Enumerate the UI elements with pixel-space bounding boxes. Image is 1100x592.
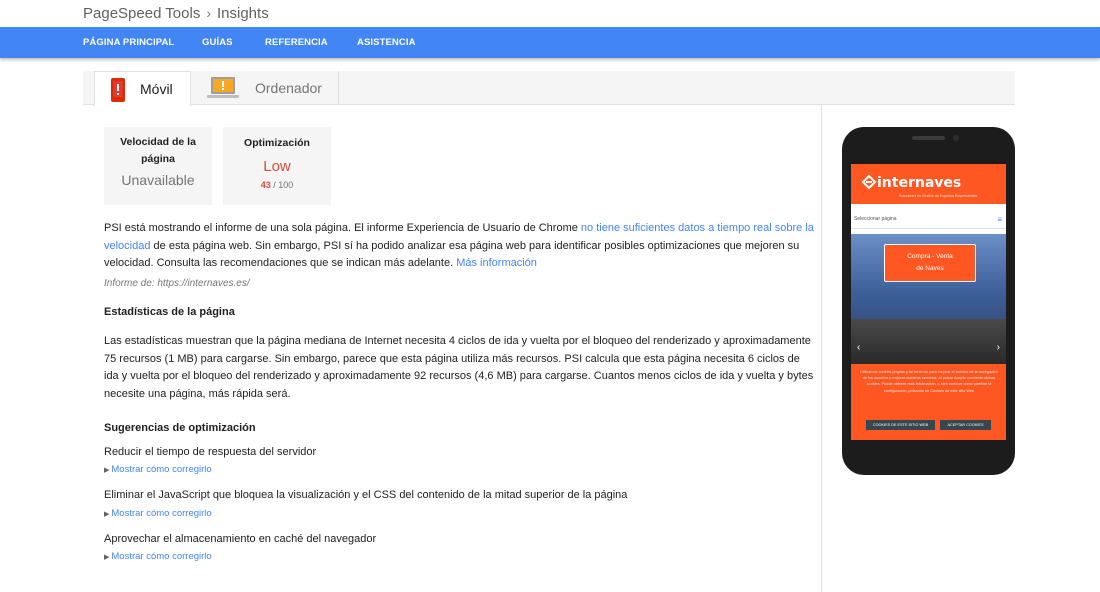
site-logo-text: internaves	[877, 175, 962, 191]
column-divider	[821, 105, 822, 592]
hero-cta: Compra - Venta de Naves	[884, 244, 976, 282]
site-hero: Compra - Venta de Naves ‹ ›	[851, 234, 1006, 364]
more-info-link[interactable]: Más información	[456, 257, 537, 269]
show-fix-link[interactable]: ▶ Mostrar cómo corregirlo	[104, 464, 212, 475]
suggestions-title: Sugerencias de optimización	[104, 422, 256, 434]
nav-reference[interactable]: REFERENCIA	[265, 27, 328, 58]
optimization-score-value: Low	[263, 158, 291, 175]
tab-desktop[interactable]: Ordenador	[191, 71, 339, 105]
suggestion-title: Reducir el tiempo de respuesta del servi…	[104, 446, 317, 458]
triangle-right-icon: ▶	[104, 467, 110, 474]
triangle-right-icon: ▶	[104, 554, 110, 561]
accept-cookies-button: ACEPTAR COOKIES	[940, 420, 991, 430]
report-url: Informe de: https://internaves.es/	[104, 278, 250, 289]
tab-mobile-label: Móvil	[140, 81, 173, 97]
suggestion-title: Eliminar el JavaScript que bloquea la vi…	[104, 489, 628, 501]
nav-guides[interactable]: GUÍAS	[202, 27, 233, 58]
speed-score-box: Velocidad de la página Unavailable	[104, 127, 212, 205]
nav-support[interactable]: ASISTENCIA	[357, 27, 416, 58]
triangle-right-icon: ▶	[104, 511, 110, 518]
tab-desktop-label: Ordenador	[255, 80, 322, 96]
show-fix-link[interactable]: ▶ Mostrar cómo corregirlo	[104, 508, 212, 519]
suggestion-title: Aprovechar el almacenamiento en caché de…	[104, 533, 377, 545]
breadcrumb: PageSpeed Tools › Insights	[83, 0, 269, 26]
cookie-banner: Utilizamos cookies propias y de terceros…	[851, 364, 1006, 440]
chevron-right-icon: ›	[996, 342, 1000, 353]
tab-mobile[interactable]: Móvil	[94, 71, 191, 106]
site-logo-icon	[861, 174, 877, 190]
optimization-score-box: Optimización Low 43 / 100	[223, 127, 331, 205]
site-menu-label: Seleccionar página	[854, 216, 897, 222]
stats-paragraph: Las estadísticas muestran que la página …	[104, 335, 814, 400]
nav-home[interactable]: PÁGINA PRINCIPAL	[83, 27, 174, 58]
cookies-info-button: COOKIES DE ESTE SITIO WEB	[866, 420, 935, 430]
phone-speaker	[912, 136, 945, 140]
hero-building-image	[851, 319, 1006, 364]
phone-camera	[953, 135, 959, 141]
intro-paragraph: PSI está mostrando el informe de una sol…	[104, 222, 814, 269]
chevron-right-icon: ›	[206, 5, 211, 21]
site-tagline: Soluciones en Gestión de Espacios Empres…	[899, 194, 978, 198]
optimization-score-number: 43 / 100	[260, 180, 294, 190]
mobile-screenshot: internaves Soluciones en Gestión de Espa…	[851, 164, 1006, 440]
breadcrumb-parent[interactable]: PageSpeed Tools	[83, 5, 200, 22]
optimization-score-label: Optimización	[244, 137, 310, 149]
site-header: internaves Soluciones en Gestión de Espa…	[851, 164, 1006, 204]
mobile-preview-phone: internaves Soluciones en Gestión de Espa…	[842, 127, 1015, 475]
speed-score-label: Velocidad de la página	[120, 136, 196, 165]
chevron-left-icon: ‹	[857, 342, 861, 353]
mobile-phone-warning-icon	[111, 78, 125, 102]
show-fix-link[interactable]: ▶ Mostrar cómo corregirlo	[104, 551, 212, 562]
stats-title: Estadísticas de la página	[104, 306, 235, 318]
breadcrumb-current: Insights	[217, 4, 269, 22]
top-nav-bar: PÁGINA PRINCIPAL GUÍAS REFERENCIA ASISTE…	[0, 27, 1100, 58]
cookie-text: Utilizamos cookies propias y de terceros…	[859, 370, 999, 393]
laptop-warning-icon	[207, 77, 239, 98]
speed-score-value: Unavailable	[121, 172, 195, 188]
hamburger-menu-icon: ≡	[997, 215, 1002, 224]
device-tabs: Móvil Ordenador	[83, 71, 1015, 106]
site-menu-bar: Seleccionar página ≡	[851, 211, 1006, 229]
